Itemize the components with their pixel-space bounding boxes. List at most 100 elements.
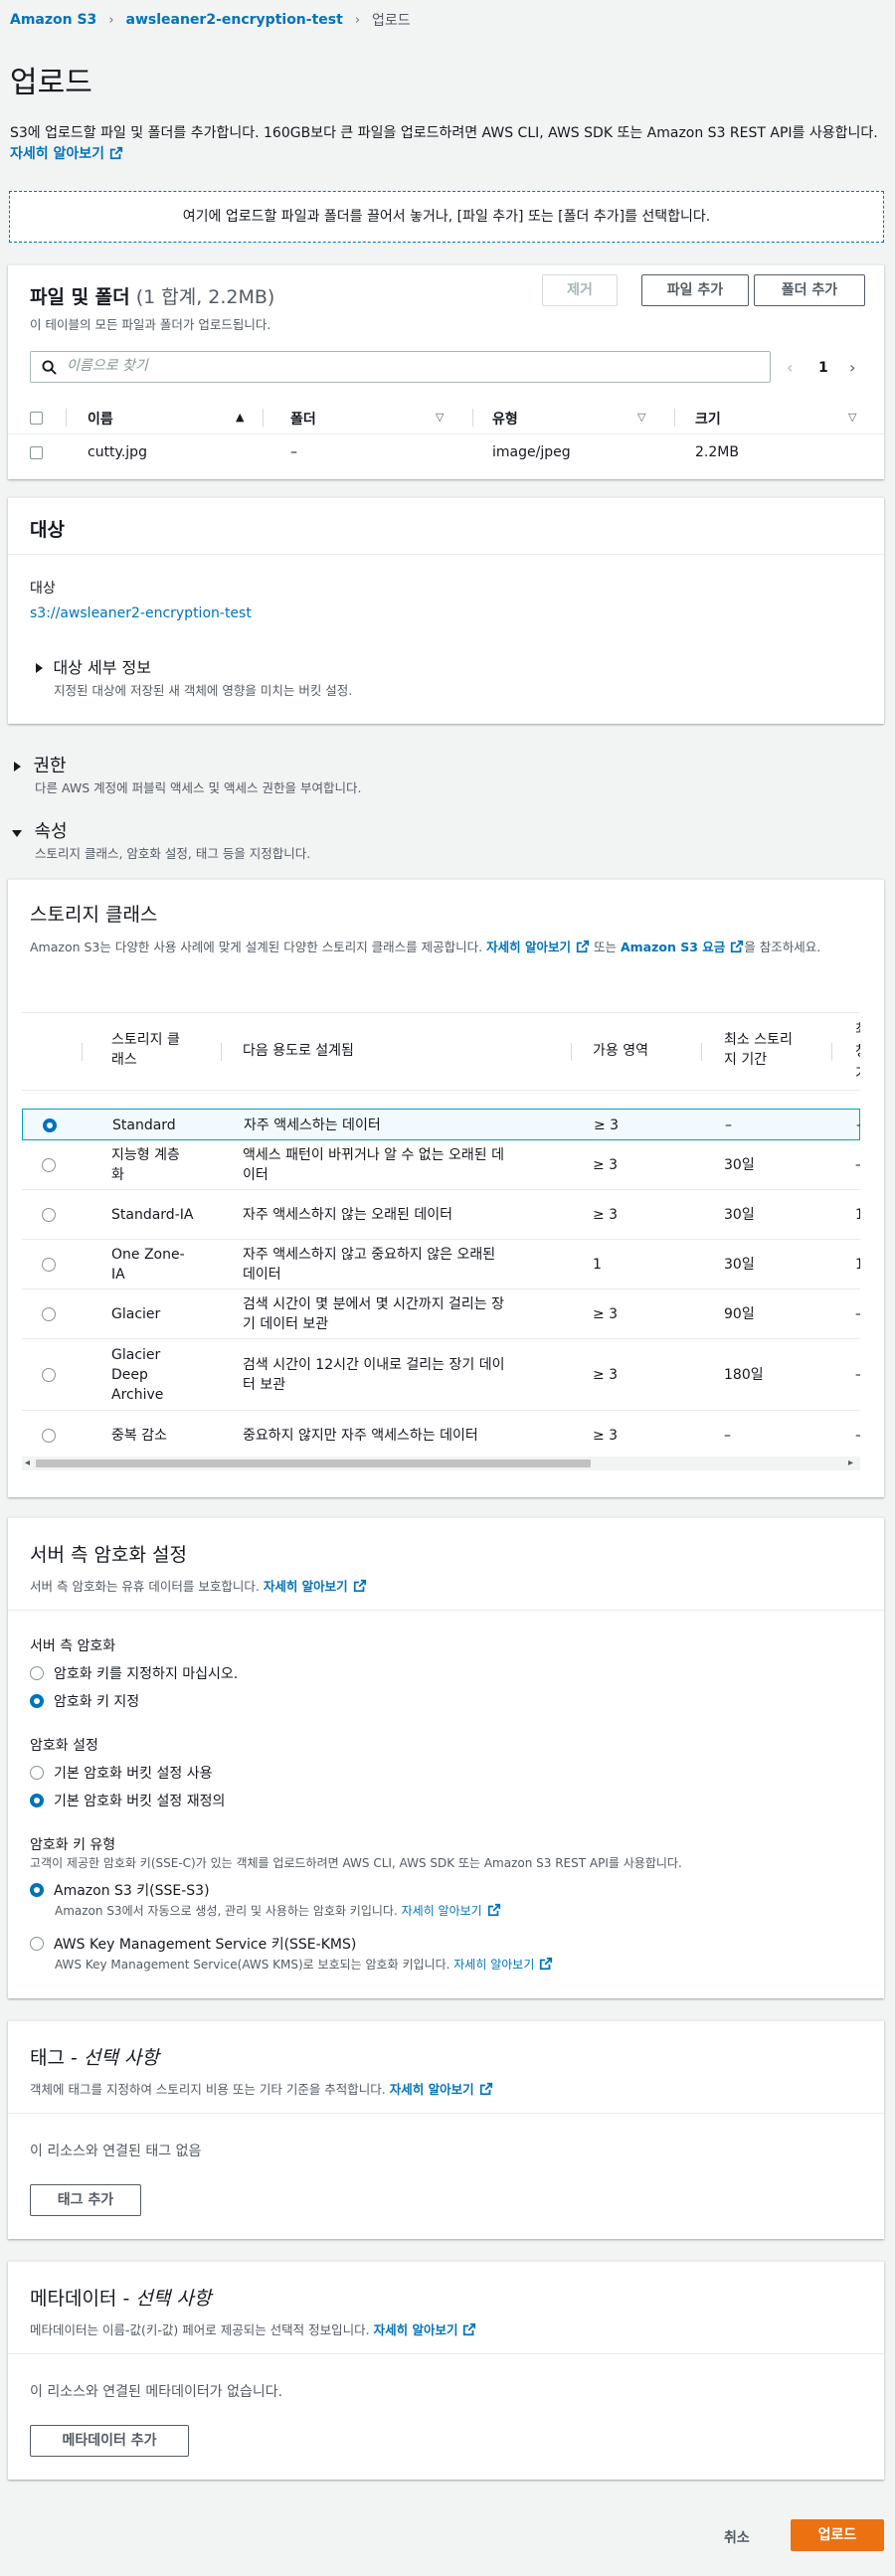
drop-zone[interactable]: 여기에 업로드할 파일과 폴더를 끌어서 놓거나, [파일 추가] 또는 [폴더… [9,191,884,243]
storage-class-use: 중요하지 않지만 자주 액세스하는 데이터 [243,1428,478,1444]
storage-class-row[interactable]: 지능형 계층 화 액세스 패턴이 바뀌거나 알 수 없는 오래된 데 이터 ≥ 3 30일… [22,1140,860,1190]
files-count: (1 합계, 2.2MB) [135,286,275,308]
chevron-right-icon: › [354,12,361,28]
storage-class-name: 지능형 계층 화 [111,1147,180,1183]
key-option-sse-kms[interactable]: AWS Key Management Service 키(SSE-KMS) [30,1934,356,1954]
sort-icon[interactable]: ▽ [436,411,444,424]
encryption-panel: 서버 측 암호화 설정 서버 측 암호화는 유휴 데이터를 보호합니다. 자세히… [8,1517,884,1998]
radio-button[interactable] [30,1766,44,1780]
learn-more-link[interactable]: 자세히 알아보기 [374,2322,477,2337]
col-size[interactable]: 크기 [695,409,721,429]
radio-button-selected[interactable] [30,1694,44,1708]
external-link-icon [479,2082,492,2096]
storage-class-extra: – [855,1155,860,1175]
storage-class-use: 검색 시간이 몇 분에서 몇 시간까지 걸리는 장기 데이터 보관 [243,1296,504,1332]
scrollbar-thumb[interactable] [36,1460,591,1467]
learn-more-link[interactable]: 자세히 알아보기 [390,2082,493,2097]
storage-class-min-duration: 30일 [724,1257,755,1273]
radio-button[interactable] [42,1368,56,1382]
next-page-icon[interactable]: › [849,358,855,377]
radio-button-selected[interactable] [30,1883,44,1897]
radio-button[interactable] [42,1208,56,1222]
learn-more-link[interactable]: 자세히 알아보기 [264,1579,367,1594]
page-title: 업로드 [10,66,92,100]
storage-class-row[interactable]: Glacier 검색 시간이 몇 분에서 몇 시간까지 걸리는 장기 데이터 보관… [22,1289,860,1339]
storage-class-use: 자주 액세스하지 않는 오래된 데이터 [243,1207,452,1223]
key-option-sse-s3[interactable]: Amazon S3 키(SSE-S3) [30,1880,210,1900]
add-folder-button[interactable]: 폴더 추가 [754,274,865,306]
col-type[interactable]: 유형 [492,409,518,429]
sort-asc-icon[interactable]: ▲ [236,411,244,424]
col-name[interactable]: 이름 [88,409,113,429]
external-link-icon [540,1957,553,1971]
properties-toggle[interactable]: 속성 [12,817,68,843]
storage-class-min-duration: 30일 [724,1207,755,1223]
storage-class-min-duration: – [725,1117,732,1133]
learn-more-link[interactable]: 자세히 알아보기 [10,146,123,162]
storage-class-name: Standard [112,1117,176,1133]
scroll-left-icon[interactable]: ◂ [25,1458,30,1468]
radio-button-selected[interactable] [30,1794,44,1807]
encryption-desc: 서버 측 암호화는 유휴 데이터를 보호합니다. 자세히 알아보기 [30,1576,367,1595]
sort-icon[interactable]: ▽ [637,411,645,424]
search-field[interactable] [30,351,771,383]
destination-label: 대상 [30,581,56,597]
col-folder[interactable]: 폴더 [290,409,316,429]
scroll-right-icon[interactable]: ▸ [848,1458,853,1468]
select-all-checkbox[interactable] [30,412,43,425]
cancel-button[interactable]: 취소 [724,2527,750,2547]
breadcrumb-s3-link[interactable]: Amazon S3 [10,12,96,28]
storage-class-min-duration: 30일 [724,1157,755,1173]
permissions-title: 권한 [33,756,67,776]
sse-option-specify[interactable]: 암호화 키 지정 [30,1691,139,1711]
file-type: image/jpeg [492,444,571,460]
storage-class-extra: – [855,1304,860,1324]
encryption-setting-label: 암호화 설정 [30,1738,98,1754]
prev-page-icon[interactable]: ‹ [787,358,793,377]
radio-button[interactable] [42,1307,56,1321]
setting-option-default[interactable]: 기본 암호화 버킷 설정 사용 [30,1763,212,1783]
learn-more-link[interactable]: 자세히 알아보기 [453,1957,553,1972]
permissions-desc: 다른 AWS 계정에 퍼블릭 액세스 및 액세스 권한을 부여합니다. [35,780,362,795]
radio-button[interactable] [42,1158,56,1172]
search-input[interactable] [67,358,753,374]
pricing-link[interactable]: Amazon S3 요금 [621,940,744,954]
storage-class-az: ≥ 3 [593,1306,619,1322]
add-tag-button[interactable]: 태그 추가 [30,2184,141,2216]
radio-button[interactable] [42,1258,56,1272]
radio-button[interactable] [30,1666,44,1680]
storage-class-row[interactable]: Standard 자주 액세스하는 데이터 ≥ 3 – – [22,1109,860,1140]
storage-class-min-duration: 180일 [724,1367,764,1383]
storage-class-row[interactable]: Glacier Deep Archive 검색 시간이 12시간 이내로 걸리는 장기… [22,1339,860,1411]
storage-class-az: 1 [593,1257,602,1273]
destination-link[interactable]: s3://awsleaner2-encryption-test [30,605,252,621]
radio-button[interactable] [30,1937,44,1951]
storage-class-row[interactable]: One Zone- IA 자주 액세스하지 않고 중요하지 않은 오래된 데이터 1 30… [22,1240,860,1289]
sse-option-none[interactable]: 암호화 키를 지정하지 마십시오. [30,1663,238,1683]
storage-class-row[interactable]: 중복 감소 중요하지 않지만 자주 액세스하는 데이터 ≥ 3 – – [22,1411,860,1460]
add-metadata-button[interactable]: 메타데이터 추가 [30,2425,189,2457]
row-checkbox[interactable] [30,446,43,459]
radio-button-selected[interactable] [43,1118,57,1132]
key-type-desc: 고객이 제공한 암호화 키(SSE-C)가 있는 객체를 업로드하려면 AWS … [30,1856,682,1870]
external-link-icon [731,940,744,953]
destination-title: 대상 [30,519,65,541]
breadcrumb-current: 업로드 [372,13,411,29]
learn-more-link[interactable]: 자세히 알아보기 [486,940,590,954]
destination-details-title: 대상 세부 정보 [53,658,151,677]
page-number[interactable]: 1 [818,360,828,376]
table-row[interactable]: cutty.jpg – image/jpeg 2.2MB [8,435,884,469]
storage-class-row[interactable]: Standard-IA 자주 액세스하지 않는 오래된 데이터 ≥ 3 30일 1 [22,1190,860,1240]
horizontal-scrollbar[interactable]: ◂ ▸ [22,1457,860,1470]
upload-button[interactable]: 업로드 [791,2519,884,2551]
radio-button[interactable] [42,1429,56,1443]
setting-option-override[interactable]: 기본 암호화 버킷 설정 재정의 [30,1791,225,1810]
breadcrumb-bucket-link[interactable]: awsleaner2-encryption-test [126,12,343,28]
remove-button[interactable]: 제거 [542,274,618,306]
storage-class-min-duration: – [724,1428,731,1444]
learn-more-link[interactable]: 자세히 알아보기 [402,1903,501,1918]
destination-details-toggle[interactable]: 대상 세부 정보 [36,654,151,678]
add-files-button[interactable]: 파일 추가 [641,274,749,306]
permissions-toggle[interactable]: 권한 [14,752,67,777]
sort-icon[interactable]: ▽ [848,411,856,424]
